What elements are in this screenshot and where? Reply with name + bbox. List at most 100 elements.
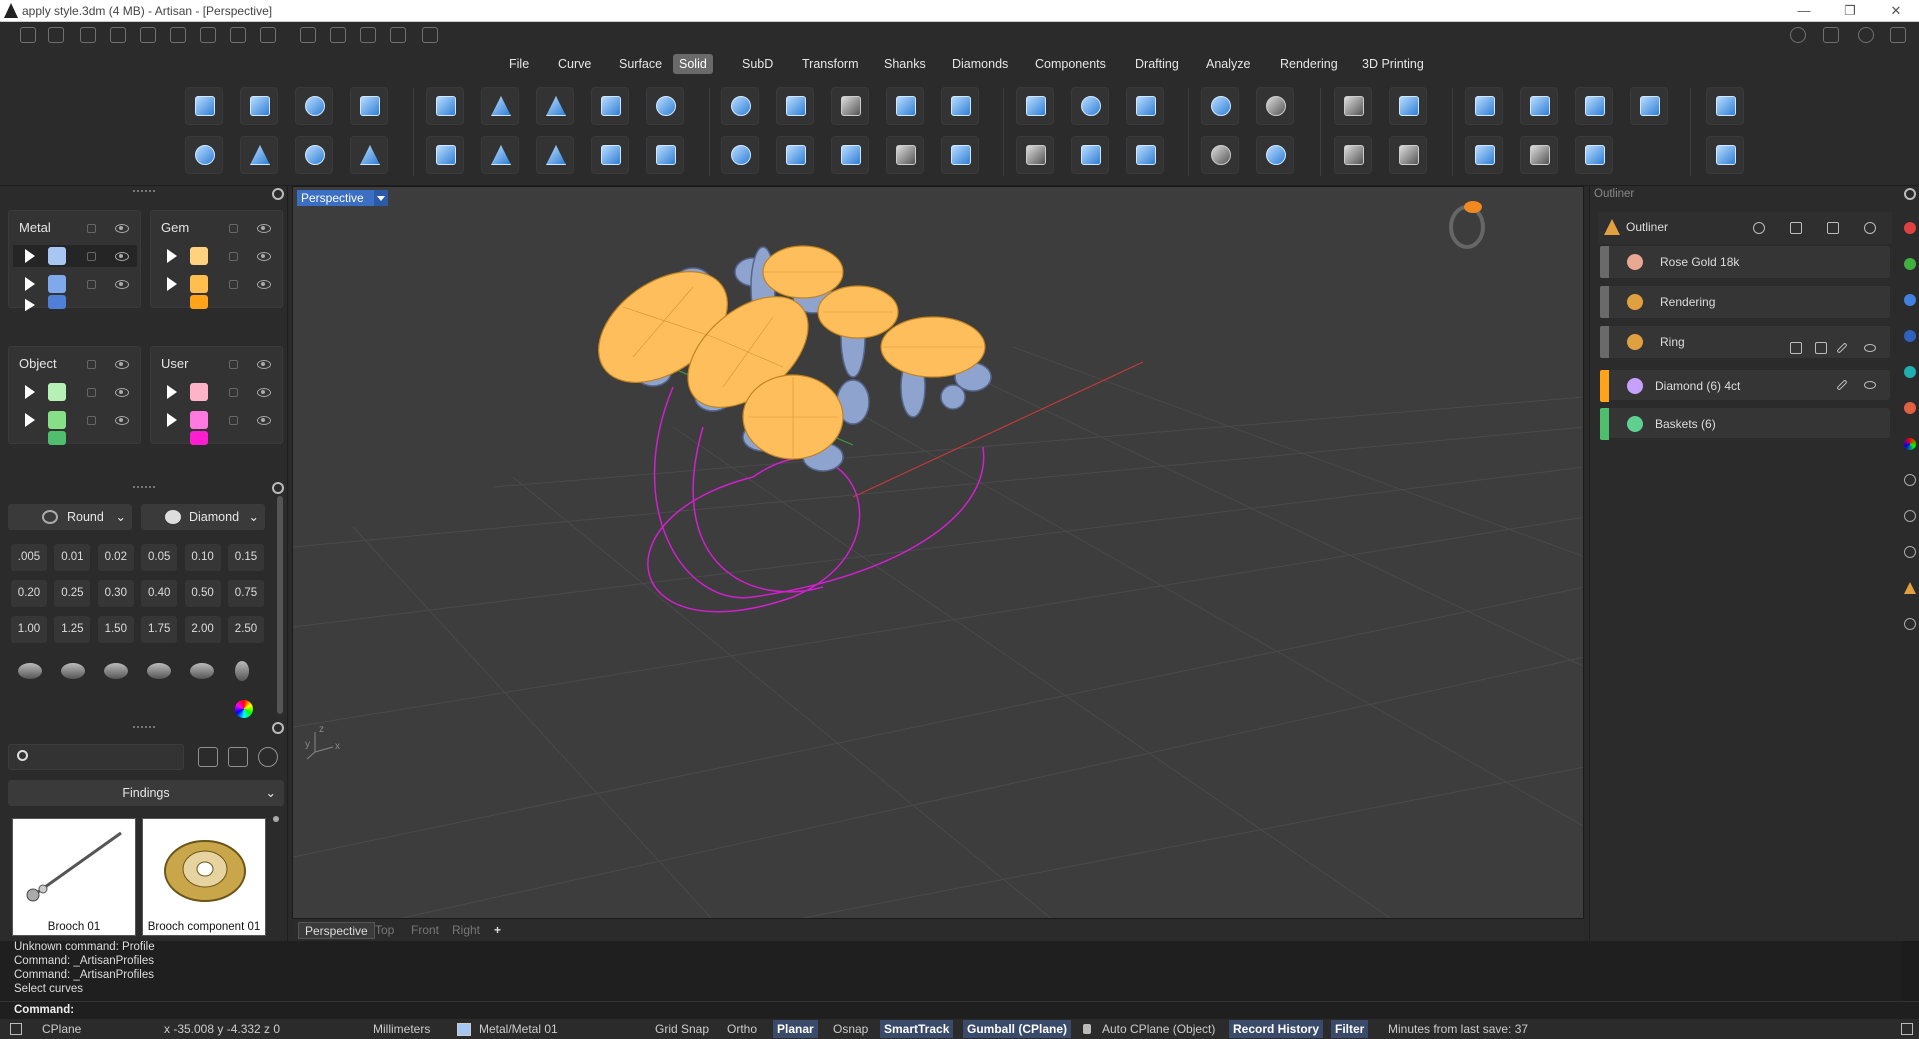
lock-icon[interactable] <box>87 224 96 233</box>
mesh-convert-tool[interactable] <box>1389 87 1427 125</box>
panel-grip[interactable] <box>133 486 155 490</box>
extract-surface-tool[interactable] <box>1071 136 1109 174</box>
light-icon[interactable] <box>1904 402 1916 414</box>
shell-tool[interactable] <box>776 87 814 125</box>
metal-swatch-2[interactable] <box>48 275 66 293</box>
cut-rose-icon[interactable] <box>190 663 214 679</box>
eye-icon[interactable] <box>257 388 271 397</box>
extrude-tool[interactable] <box>426 87 464 125</box>
tab-perspective[interactable]: Perspective <box>298 922 375 939</box>
gem-size-button[interactable]: 1.75 <box>141 616 178 643</box>
gem-panel-scrollbar[interactable] <box>277 496 283 714</box>
menu-diamonds[interactable]: Diamonds <box>946 54 1014 74</box>
panel-grip[interactable] <box>133 190 155 194</box>
metal-swatch-1[interactable] <box>48 247 66 265</box>
folder-add-icon[interactable] <box>228 747 248 767</box>
play-icon[interactable] <box>25 385 35 399</box>
gem-size-button[interactable]: 0.05 <box>141 544 178 571</box>
mesh-box-tool[interactable] <box>1334 136 1372 174</box>
fillet-edge-tool[interactable] <box>721 87 759 125</box>
gem-size-button[interactable]: 0.02 <box>97 544 134 571</box>
gem-size-button[interactable]: 0.01 <box>54 544 91 571</box>
scale-icon[interactable] <box>1790 222 1802 234</box>
cap-tool[interactable] <box>831 87 869 125</box>
gem-size-button[interactable]: 0.40 <box>141 580 178 607</box>
units[interactable]: Millimeters <box>373 1022 430 1036</box>
menu-drafting[interactable]: Drafting <box>1129 54 1185 74</box>
lock-icon[interactable] <box>229 388 238 397</box>
lock-icon[interactable] <box>1083 1024 1091 1034</box>
eye-icon[interactable] <box>1864 344 1876 352</box>
eye-icon[interactable] <box>115 280 129 289</box>
extrude-point-tool[interactable] <box>481 136 519 174</box>
sphere-tool[interactable] <box>185 136 223 174</box>
viewport-toggle-icon[interactable] <box>10 1023 22 1035</box>
gem-size-button[interactable]: 2.00 <box>184 616 221 643</box>
record-history-toggle[interactable]: Record History <box>1229 1020 1324 1038</box>
minimize-button[interactable]: — <box>1781 0 1827 22</box>
menu-components[interactable]: Components <box>1029 54 1112 74</box>
cut-round-icon[interactable] <box>18 663 42 679</box>
extrude-curve-tool[interactable] <box>426 136 464 174</box>
lock-icon[interactable] <box>87 360 96 369</box>
ortho-toggle[interactable]: Ortho <box>727 1022 757 1036</box>
object-swatch-3[interactable] <box>48 431 66 445</box>
render-icon[interactable] <box>1904 330 1916 342</box>
gear-icon[interactable] <box>272 188 284 200</box>
offset-tool[interactable] <box>941 87 979 125</box>
play-icon[interactable] <box>167 249 177 263</box>
eye-icon[interactable] <box>115 252 129 261</box>
play-icon[interactable] <box>25 298 35 312</box>
plugin-tool-2[interactable] <box>1706 136 1744 174</box>
save-as-icon[interactable] <box>230 27 246 43</box>
viewport-title-tab[interactable]: Perspective <box>297 190 388 206</box>
move-face-out-tool[interactable] <box>1465 136 1503 174</box>
layers-icon[interactable] <box>1823 27 1839 43</box>
paint-icon[interactable] <box>1815 342 1827 354</box>
lock-icon[interactable] <box>87 416 96 425</box>
move-face-tool[interactable] <box>1465 87 1503 125</box>
extract-face-tool[interactable] <box>1016 87 1054 125</box>
eye-icon[interactable] <box>115 388 129 397</box>
tab-front[interactable]: Front <box>405 922 445 939</box>
gem-material-dropdown[interactable]: Diamond ⌄ <box>141 504 265 530</box>
boolean-difference-tool[interactable] <box>1256 87 1294 125</box>
restore-button[interactable]: ❐ <box>1827 0 1873 22</box>
boolean-union-tool[interactable] <box>1201 87 1239 125</box>
menu-analyze[interactable]: Analyze <box>1200 54 1256 74</box>
lock-icon[interactable] <box>87 388 96 397</box>
gem-shape-dropdown[interactable]: Round ⌄ <box>8 504 132 530</box>
menu-shanks[interactable]: Shanks <box>878 54 932 74</box>
display-icon[interactable] <box>1904 222 1916 234</box>
play-icon[interactable] <box>167 277 177 291</box>
measure-icon[interactable] <box>390 27 406 43</box>
extrude-surface-tool[interactable] <box>591 136 629 174</box>
eye-icon[interactable] <box>257 252 271 261</box>
box-tool[interactable] <box>185 87 223 125</box>
mesh-edit-tool[interactable] <box>1389 136 1427 174</box>
close-button[interactable]: ✕ <box>1873 0 1919 22</box>
object-swatch-2[interactable] <box>48 411 66 429</box>
list-icon[interactable] <box>1790 342 1802 354</box>
pyramid-tool[interactable] <box>240 136 278 174</box>
color-icon[interactable] <box>1904 438 1916 450</box>
library-scroll-indicator[interactable] <box>273 816 279 822</box>
gem-size-button[interactable]: 1.00 <box>11 616 47 643</box>
gear-icon[interactable] <box>1904 188 1916 200</box>
filter-toggle[interactable]: Filter <box>1331 1020 1369 1038</box>
gem-swatch-2[interactable] <box>190 275 208 293</box>
save-icon[interactable] <box>200 27 216 43</box>
gem-size-button[interactable]: 1.50 <box>97 616 134 643</box>
gem-size-button[interactable]: 0.30 <box>97 580 134 607</box>
menu-solid[interactable]: Solid <box>673 54 713 74</box>
menu-curve[interactable]: Curve <box>552 54 597 74</box>
contour-tool[interactable] <box>1126 136 1164 174</box>
undo-icon[interactable] <box>140 27 156 43</box>
panel-grip[interactable] <box>133 726 155 730</box>
solid-box-tool[interactable] <box>886 87 924 125</box>
artisan-icon[interactable] <box>1904 582 1916 594</box>
save-all-icon[interactable] <box>260 27 276 43</box>
cube-tool[interactable] <box>1575 136 1613 174</box>
material-icon[interactable] <box>1904 258 1916 270</box>
history-scrollbar[interactable] <box>1901 941 1919 1001</box>
